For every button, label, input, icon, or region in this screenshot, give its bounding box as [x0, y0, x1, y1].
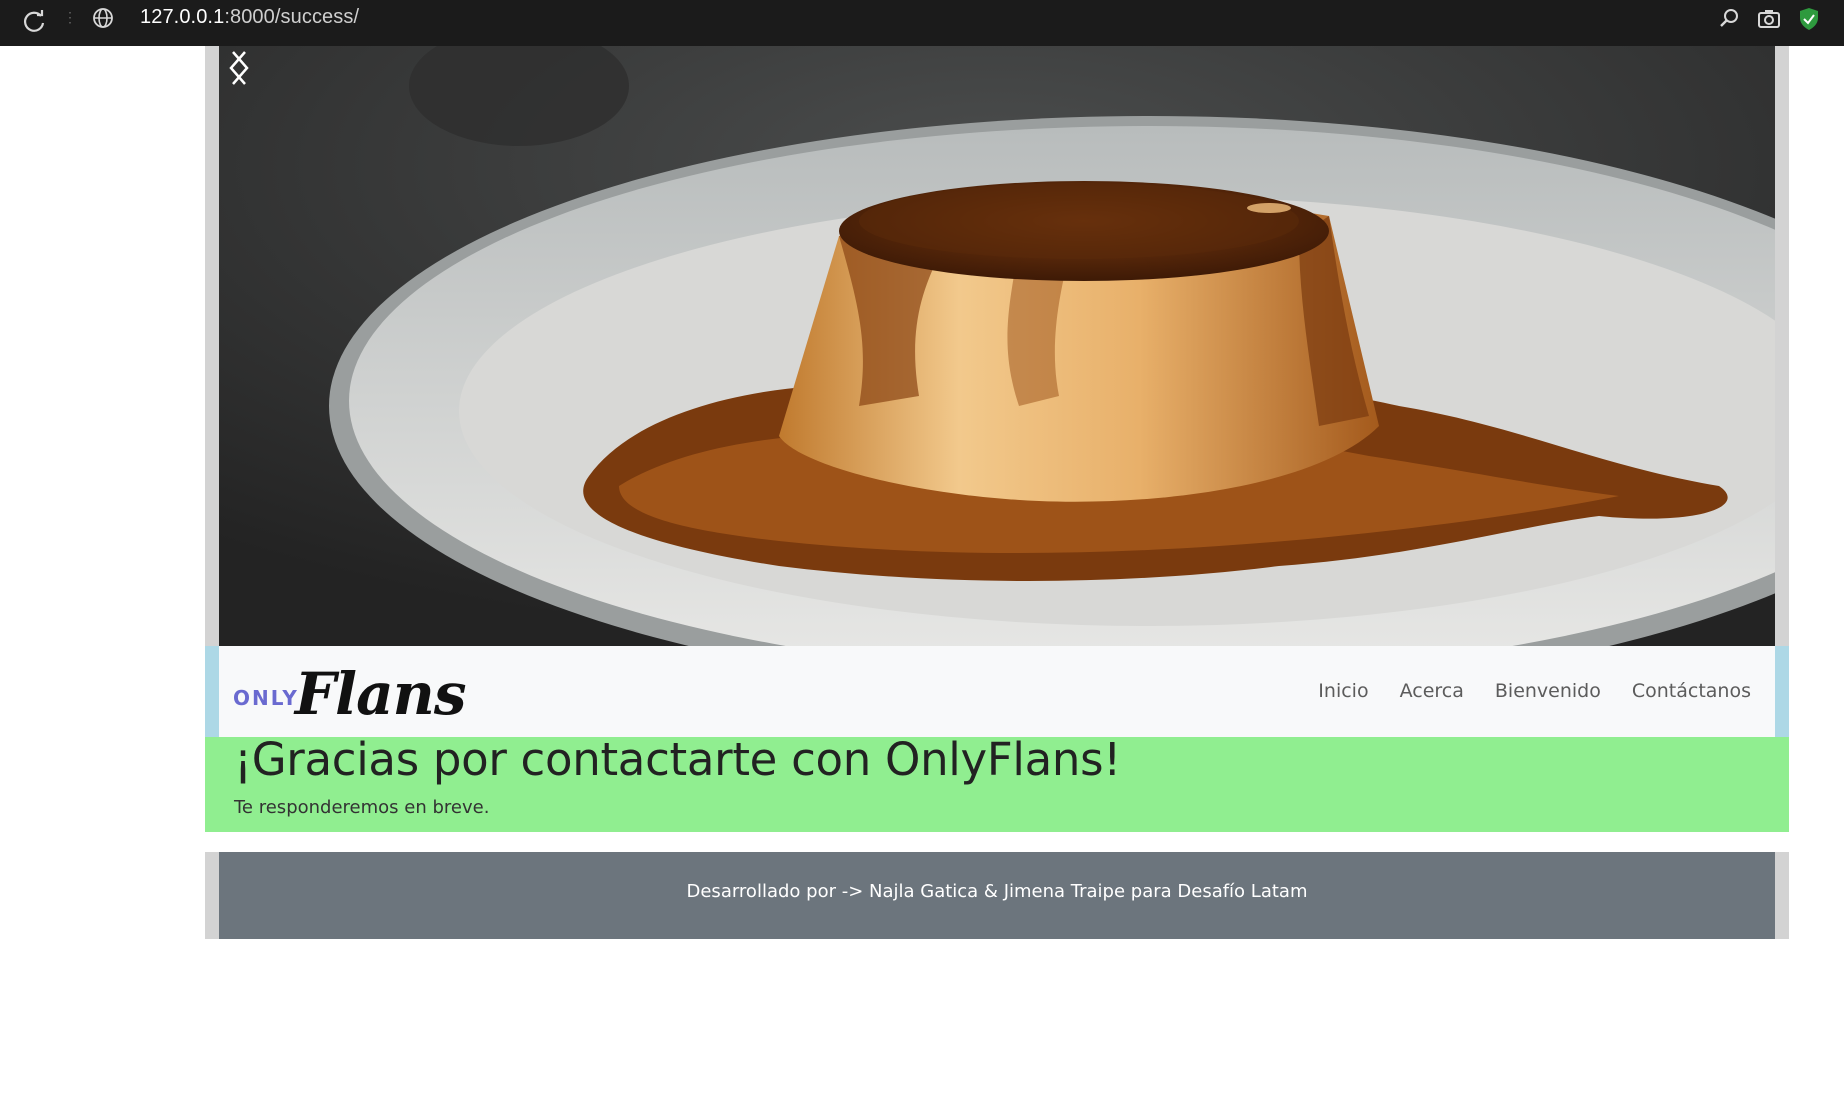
nav-item-inicio[interactable]: Inicio: [1318, 680, 1368, 702]
footer-text: Desarrollado por -> Najla Gatica & Jimen…: [686, 881, 1308, 902]
page-container: ONLY Flans Inicio Acerca Bienvenido Cont…: [205, 46, 1789, 939]
navbar: ONLY Flans Inicio Acerca Bienvenido Cont…: [219, 646, 1775, 737]
navbar-wrapper: ONLY Flans Inicio Acerca Bienvenido Cont…: [205, 646, 1789, 737]
side-border-right: [1775, 46, 1789, 646]
globe-icon[interactable]: [91, 6, 115, 30]
url-host: 127.0.0.1: [140, 6, 225, 28]
side-border-left: [205, 46, 219, 646]
footer: Desarrollado por -> Najla Gatica & Jimen…: [219, 852, 1775, 939]
success-message: Te responderemos en breve.: [234, 797, 490, 818]
chevron-right-icon[interactable]: [219, 46, 259, 90]
nav-item-bienvenido[interactable]: Bienvenido: [1495, 680, 1601, 702]
browser-toolbar: ⋮ 127.0.0.1:8000/success/: [0, 0, 1844, 46]
zoom-icon[interactable]: [1716, 6, 1742, 32]
camera-icon[interactable]: [1756, 6, 1782, 32]
flan-image: [219, 46, 1775, 646]
footer-wrapper: Desarrollado por -> Najla Gatica & Jimen…: [205, 852, 1789, 939]
separator-icon: ⋮: [63, 9, 77, 25]
success-alert: ¡Gracias por contactarte con OnlyFlans! …: [205, 733, 1789, 832]
brand-logo[interactable]: ONLY Flans: [233, 654, 467, 728]
toolbar-actions: [1716, 6, 1844, 32]
brand-flans: Flans: [294, 660, 467, 728]
brand-only: ONLY: [233, 686, 299, 710]
hero-carousel: [219, 46, 1775, 646]
nav-links: Inicio Acerca Bienvenido Contáctanos: [1318, 680, 1751, 702]
nav-item-contactanos[interactable]: Contáctanos: [1632, 680, 1751, 702]
address-bar[interactable]: 127.0.0.1:8000/success/: [140, 6, 359, 29]
reload-icon[interactable]: [20, 8, 48, 36]
success-title: ¡Gracias por contactarte con OnlyFlans!: [234, 733, 1122, 786]
shield-icon[interactable]: [1796, 6, 1822, 32]
url-path: :8000/success/: [224, 6, 360, 28]
overflow-icon: [1836, 6, 1844, 32]
nav-item-acerca[interactable]: Acerca: [1400, 680, 1464, 702]
